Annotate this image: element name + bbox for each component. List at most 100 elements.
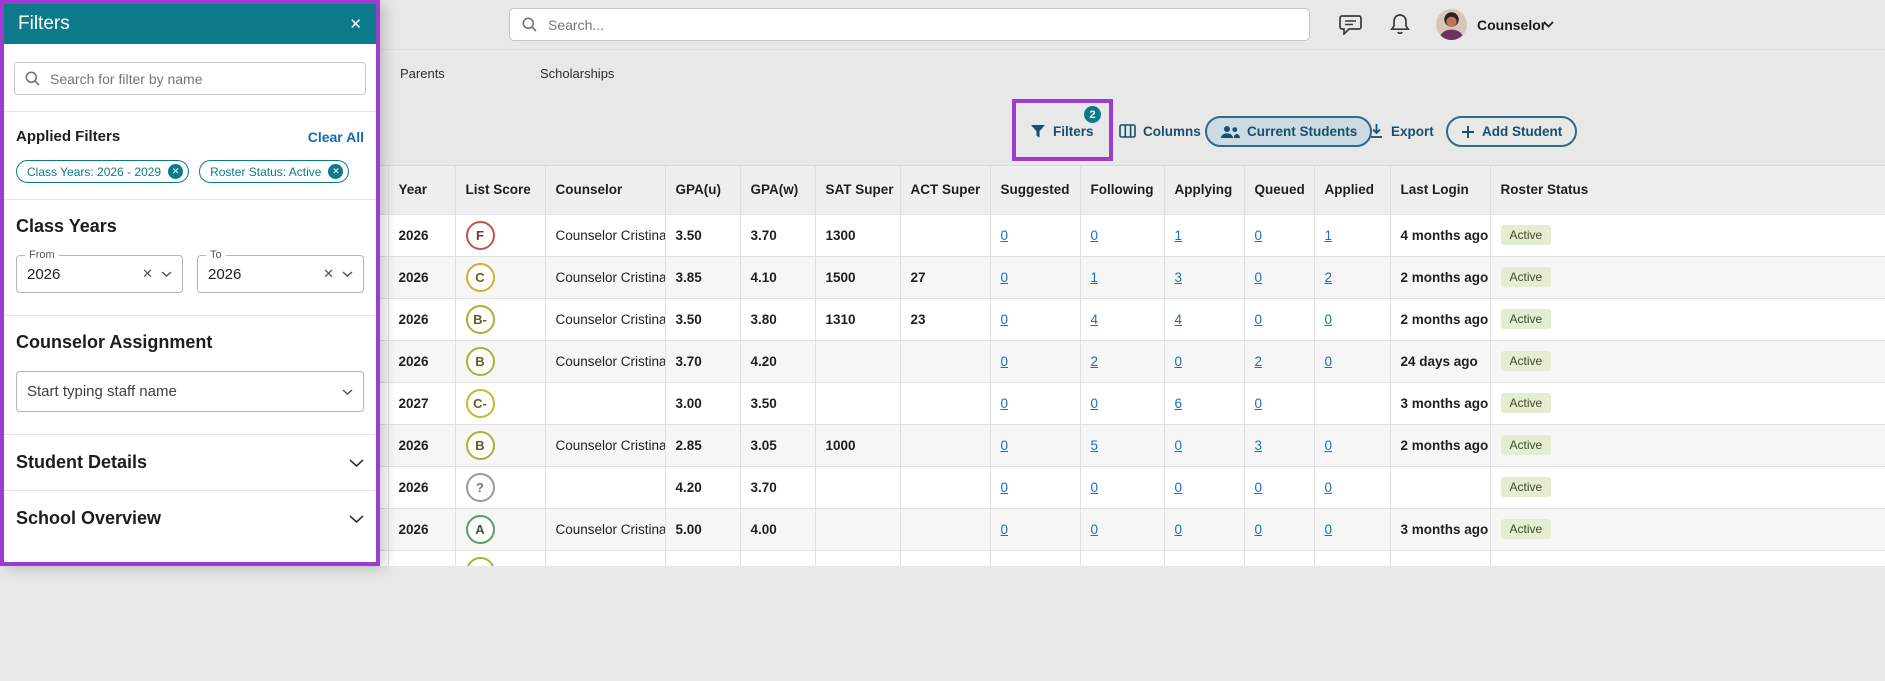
- suggested-count-link[interactable]: 0: [1001, 228, 1009, 243]
- applying-count-link[interactable]: 4: [1175, 312, 1183, 327]
- chevron-down-icon[interactable]: [342, 271, 353, 277]
- student-row[interactable]: [330, 550, 1885, 566]
- suggested-count-link[interactable]: 0: [1001, 438, 1009, 453]
- following-count-link[interactable]: 4: [1091, 312, 1099, 327]
- applying-count-link[interactable]: 0: [1175, 480, 1183, 495]
- chevron-down-icon[interactable]: [342, 388, 353, 395]
- global-search[interactable]: [509, 8, 1310, 41]
- student-row[interactable]: 2026 C Counselor Cristina 3.85 4.10 1500…: [330, 256, 1885, 299]
- from-value: 2026: [27, 265, 61, 283]
- nav-item-scholarships[interactable]: Scholarships: [540, 66, 614, 81]
- suggested-count-link[interactable]: 0: [1001, 270, 1009, 285]
- column-header[interactable]: SAT Super: [815, 166, 901, 215]
- queued-count-link[interactable]: 2: [1255, 354, 1263, 369]
- column-header[interactable]: Queued: [1244, 166, 1315, 215]
- class-year-from-select[interactable]: From 2026 ✕: [16, 249, 183, 293]
- following-count-link[interactable]: 0: [1091, 228, 1099, 243]
- columns-button[interactable]: Columns: [1119, 116, 1201, 146]
- student-row[interactable]: 2026 ? 4.20 3.70 0 0 0 0 0 Active: [330, 466, 1885, 509]
- column-header[interactable]: GPA(u): [665, 166, 741, 215]
- notifications-icon[interactable]: [1390, 13, 1410, 36]
- student-details-section[interactable]: Student Details: [4, 435, 376, 490]
- applied-count-link[interactable]: 0: [1325, 312, 1333, 327]
- remove-chip-icon[interactable]: ✕: [328, 164, 344, 179]
- suggested-count-link[interactable]: 0: [1001, 312, 1009, 327]
- column-header[interactable]: Counselor: [545, 166, 666, 215]
- school-overview-section[interactable]: School Overview: [4, 491, 376, 546]
- global-search-input[interactable]: [546, 15, 1297, 34]
- user-menu-label[interactable]: Counselor: [1477, 17, 1546, 33]
- applying-count-link[interactable]: 1: [1175, 228, 1183, 243]
- applied-count-link[interactable]: 0: [1325, 438, 1333, 453]
- messages-icon[interactable]: [1338, 14, 1363, 37]
- chevron-down-icon[interactable]: [161, 271, 172, 277]
- student-row[interactable]: 2026 A Counselor Cristina 5.00 4.00 0 0 …: [330, 508, 1885, 551]
- following-cell: 4: [1080, 298, 1165, 341]
- following-count-link[interactable]: 0: [1091, 480, 1099, 495]
- column-header[interactable]: Roster Status: [1490, 166, 1885, 215]
- class-year-to-select[interactable]: To 2026 ✕: [197, 249, 364, 293]
- following-count-link[interactable]: 0: [1091, 522, 1099, 537]
- applying-count-link[interactable]: 0: [1175, 438, 1183, 453]
- counselor-cell: Counselor Cristina: [545, 424, 666, 467]
- filter-search-input[interactable]: [48, 69, 355, 88]
- column-header[interactable]: Last Login: [1390, 166, 1491, 215]
- applied-count-link[interactable]: 2: [1325, 270, 1333, 285]
- remove-chip-icon[interactable]: ✕: [168, 164, 184, 179]
- suggested-cell: 0: [990, 424, 1081, 467]
- applying-count-link[interactable]: 0: [1175, 354, 1183, 369]
- suggested-cell: 0: [990, 508, 1081, 551]
- student-row[interactable]: 2027 C- 3.00 3.50 0 0 6 0 3 months ago A…: [330, 382, 1885, 425]
- filter-chip[interactable]: Class Years: 2026 - 2029 ✕: [16, 160, 190, 183]
- student-row[interactable]: 2026 F Counselor Cristina 3.50 3.70 1300…: [330, 214, 1885, 257]
- following-count-link[interactable]: 0: [1091, 396, 1099, 411]
- column-header[interactable]: GPA(w): [740, 166, 816, 215]
- queued-count-link[interactable]: 0: [1255, 480, 1263, 495]
- column-header[interactable]: Applied: [1314, 166, 1391, 215]
- chevron-down-icon[interactable]: [1543, 21, 1554, 28]
- column-header[interactable]: List Score: [455, 166, 546, 215]
- clear-all-button[interactable]: Clear All: [308, 129, 364, 145]
- following-count-link[interactable]: 2: [1091, 354, 1099, 369]
- last-login-cell: 3 months ago: [1390, 382, 1491, 425]
- column-header[interactable]: Suggested: [990, 166, 1081, 215]
- following-count-link[interactable]: 5: [1091, 438, 1099, 453]
- suggested-count-link[interactable]: 0: [1001, 354, 1009, 369]
- queued-count-link[interactable]: 0: [1255, 312, 1263, 327]
- suggested-count-link[interactable]: 0: [1001, 396, 1009, 411]
- column-header[interactable]: Year: [388, 166, 456, 215]
- user-avatar[interactable]: [1436, 9, 1467, 40]
- clear-icon[interactable]: ✕: [323, 266, 334, 282]
- queued-count-link[interactable]: 0: [1255, 396, 1263, 411]
- applied-count-link[interactable]: 1: [1325, 228, 1333, 243]
- queued-count-link[interactable]: 0: [1255, 270, 1263, 285]
- filter-chip[interactable]: Roster Status: Active ✕: [199, 160, 350, 183]
- add-student-button[interactable]: Add Student: [1446, 116, 1578, 147]
- applied-count-link[interactable]: 0: [1325, 354, 1333, 369]
- column-header[interactable]: Following: [1080, 166, 1165, 215]
- current-students-button[interactable]: Current Students: [1205, 116, 1373, 147]
- clear-icon[interactable]: ✕: [142, 266, 153, 282]
- following-count-link[interactable]: 1: [1091, 270, 1099, 285]
- filter-search[interactable]: [14, 62, 366, 95]
- queued-count-link[interactable]: 0: [1255, 522, 1263, 537]
- roster-status-badge: Active: [1500, 519, 1552, 539]
- nav-item-parents[interactable]: Parents: [400, 66, 445, 81]
- close-icon[interactable]: ✕: [349, 15, 362, 33]
- applying-count-link[interactable]: 3: [1175, 270, 1183, 285]
- column-header[interactable]: Applying: [1164, 166, 1245, 215]
- student-row[interactable]: 2026 B Counselor Cristina 2.85 3.05 1000…: [330, 424, 1885, 467]
- student-row[interactable]: 2026 B- Counselor Cristina 3.50 3.80 131…: [330, 298, 1885, 341]
- queued-count-link[interactable]: 0: [1255, 228, 1263, 243]
- applied-count-link[interactable]: 0: [1325, 480, 1333, 495]
- queued-count-link[interactable]: 3: [1255, 438, 1263, 453]
- column-header[interactable]: ACT Super: [900, 166, 991, 215]
- student-row[interactable]: 2026 B Counselor Cristina 3.70 4.20 0 2 …: [330, 340, 1885, 383]
- suggested-count-link[interactable]: 0: [1001, 522, 1009, 537]
- staff-name-select[interactable]: Start typing staff name: [16, 371, 364, 412]
- export-button[interactable]: Export: [1369, 116, 1434, 146]
- suggested-count-link[interactable]: 0: [1001, 480, 1009, 495]
- applying-count-link[interactable]: 0: [1175, 522, 1183, 537]
- applied-count-link[interactable]: 0: [1325, 522, 1333, 537]
- applying-count-link[interactable]: 6: [1175, 396, 1183, 411]
